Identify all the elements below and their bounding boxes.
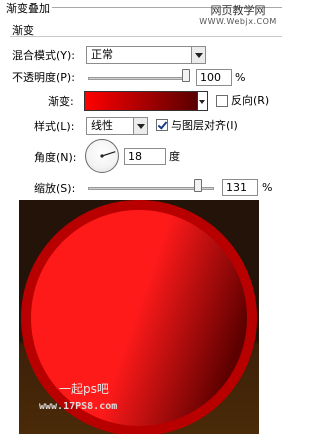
gradient-overlay-panel: 渐变叠加 网页教学网 WWW.Webjx.COM 渐变 混合模式(Y): 正常 … [0,0,282,196]
blend-mode-label: 混合模式(Y): [12,49,76,62]
chevron-down-icon[interactable] [133,118,147,134]
canvas-artwork: 一起ps吧 www.17PS8.com [19,200,259,434]
gradient-preview[interactable] [84,91,198,111]
opacity-label: 不透明度(P): [12,71,75,84]
watermark-top: 网页教学网 [210,4,266,17]
section-divider [10,36,282,37]
align-with-layer-checkbox[interactable] [156,119,168,131]
opacity-slider-thumb[interactable] [182,69,190,82]
angle-unit: 度 [169,150,180,163]
canvas-watermark-line2: www.17PS8.com [39,401,117,412]
angle-label: 角度(N): [34,151,77,164]
blend-mode-value: 正常 [91,48,113,61]
scale-unit: % [262,181,273,194]
blend-mode-select[interactable]: 正常 [86,46,206,64]
angle-input[interactable]: 18 [124,148,166,165]
opacity-unit: % [235,71,246,84]
align-with-layer-label: 与图层对齐(I) [171,119,238,132]
watermark-top-sub: WWW.Webjx.COM [199,17,277,26]
reverse-checkbox[interactable] [216,95,228,107]
gradient-label: 渐变: [48,95,74,108]
opacity-slider[interactable] [88,77,190,80]
opacity-input[interactable]: 100 [196,69,232,86]
canvas-watermark-line1: 一起ps吧 [59,382,109,396]
group-title: 渐变叠加 [4,0,52,16]
canvas-preview: 一起ps吧 www.17PS8.com [19,200,259,434]
style-label: 样式(L): [34,120,75,133]
angle-dial[interactable] [85,139,119,173]
scale-slider-thumb[interactable] [193,179,202,192]
style-select[interactable]: 线性 [86,117,148,135]
scale-input[interactable]: 131 [222,179,258,196]
angle-needle-icon [100,151,116,158]
style-value: 线性 [91,119,113,132]
chevron-down-icon[interactable] [191,47,205,63]
reverse-label: 反向(R) [231,94,270,107]
scale-label: 缩放(S): [34,182,76,195]
chevron-down-icon[interactable] [198,91,208,111]
